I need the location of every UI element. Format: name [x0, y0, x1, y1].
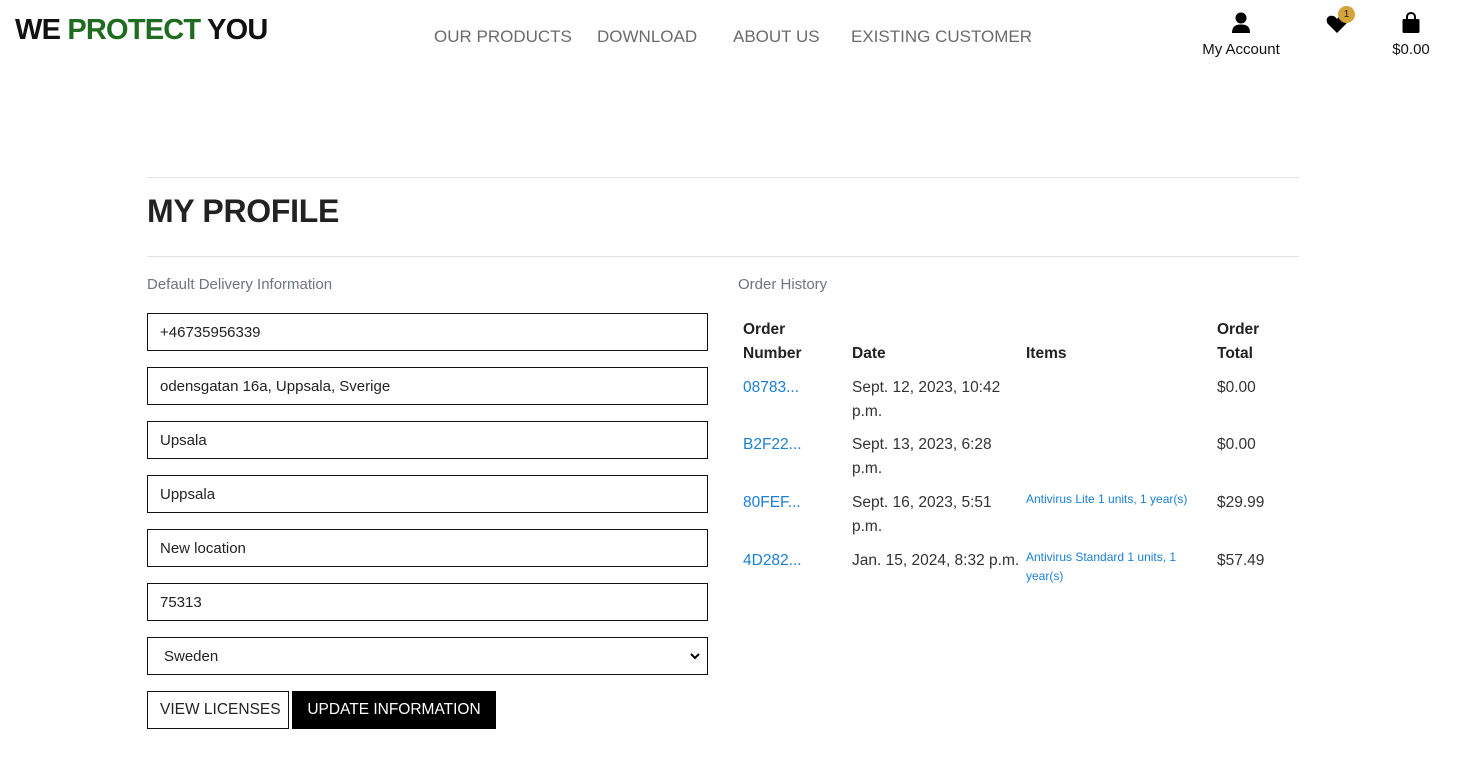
order-item-link[interactable]: Antivirus Standard 1 units, 1 year(s)	[1026, 548, 1176, 586]
nav-download[interactable]: DOWNLOAD	[597, 27, 697, 47]
order-date-line1: Sept. 12, 2023, 10:42	[852, 379, 1001, 396]
wishlist-count-badge: 1	[1338, 6, 1355, 23]
header-order-total-line1: Order	[1217, 321, 1260, 338]
order-date-line2: p.m.	[852, 403, 883, 420]
my-account-label: My Account	[1202, 41, 1280, 58]
view-licenses-button[interactable]: VIEW LICENSES	[147, 691, 289, 729]
title-divider-top	[147, 177, 1299, 178]
heart-icon	[1326, 15, 1348, 38]
order-item-line2: year(s)	[1026, 569, 1064, 583]
nav-our-products[interactable]: OUR PRODUCTS	[434, 27, 572, 47]
order-date-line2: p.m.	[852, 518, 883, 535]
order-date: Sept. 16, 2023, 5:51 p.m.	[852, 491, 992, 539]
brand-logo-part3: YOU	[200, 14, 268, 46]
order-item-line1: Antivirus Standard 1 units, 1	[1026, 550, 1177, 564]
order-date-line1: Sept. 13, 2023, 6:28	[852, 436, 992, 453]
header-items: Items	[1026, 345, 1067, 362]
order-date: Jan. 15, 2024, 8:32 p.m.	[852, 552, 1020, 569]
order-number-link[interactable]: 08783...	[743, 376, 799, 400]
order-total: $29.99	[1217, 494, 1265, 511]
header-date: Date	[852, 345, 886, 362]
order-number-link[interactable]: B2F22...	[743, 433, 802, 457]
title-divider-bottom	[147, 256, 1299, 257]
header-order-total-line2: Total	[1217, 345, 1253, 362]
chevron-down-icon	[689, 649, 701, 668]
cart-total: $0.00	[1392, 41, 1430, 58]
brand-logo[interactable]: WE PROTECT YOU	[15, 14, 268, 47]
order-date: Sept. 13, 2023, 6:28 p.m.	[852, 433, 992, 481]
nav-existing-customer[interactable]: EXISTING CUSTOMER	[851, 27, 1032, 47]
order-date-line1: Sept. 16, 2023, 5:51	[852, 494, 992, 511]
delivery-section-label: Default Delivery Information	[147, 276, 333, 293]
order-date: Sept. 12, 2023, 10:42 p.m.	[852, 376, 1000, 424]
country-select[interactable]: Sweden	[147, 637, 708, 675]
street-address2-field[interactable]	[147, 529, 708, 567]
page-title: MY PROFILE	[147, 193, 339, 229]
user-icon	[1231, 12, 1251, 38]
order-number-link[interactable]: 80FEF...	[743, 491, 801, 515]
phone-field[interactable]	[147, 313, 708, 351]
order-total: $0.00	[1217, 436, 1256, 453]
brand-logo-part1: WE	[15, 14, 68, 46]
street-address-field[interactable]	[147, 367, 708, 405]
order-total: $57.49	[1217, 552, 1265, 569]
order-total: $0.00	[1217, 379, 1256, 396]
shopping-bag-icon	[1401, 11, 1421, 38]
header-order-number-line2: Number	[743, 345, 802, 362]
country-select-value: Sweden	[164, 648, 219, 665]
update-information-button[interactable]: UPDATE INFORMATION	[292, 691, 496, 729]
cart-link[interactable]: $0.00	[1385, 11, 1437, 58]
order-history-label: Order History	[738, 276, 828, 293]
header-order-total: Order Total	[1217, 318, 1259, 366]
postcode-field[interactable]	[147, 583, 708, 621]
brand-logo-part2: PROTECT	[67, 14, 201, 46]
order-date-line2: p.m.	[852, 460, 883, 477]
header-order-number-line1: Order	[743, 321, 786, 338]
order-item-link[interactable]: Antivirus Lite 1 units, 1 year(s)	[1026, 490, 1187, 509]
town-field[interactable]	[147, 421, 708, 459]
order-number-link[interactable]: 4D282...	[743, 549, 802, 573]
my-account-link[interactable]: My Account	[1198, 12, 1284, 58]
nav-about-us[interactable]: ABOUT US	[733, 27, 820, 47]
county-field[interactable]	[147, 475, 708, 513]
header-order-number: Order Number	[743, 318, 802, 366]
